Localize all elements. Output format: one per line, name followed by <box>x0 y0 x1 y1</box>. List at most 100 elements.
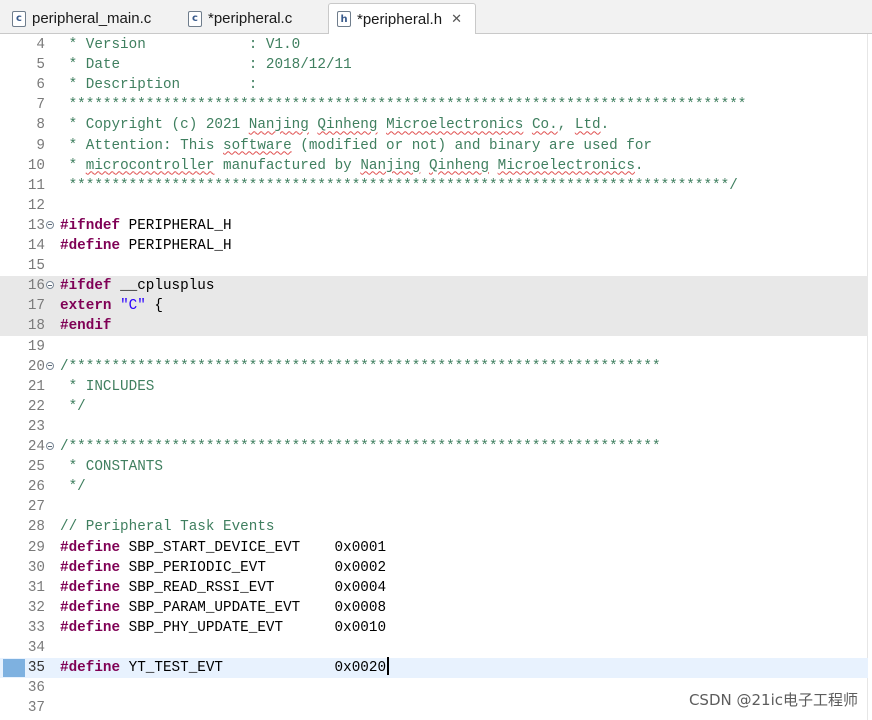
line-number: 30 <box>27 559 45 576</box>
fold-toggle-icon[interactable] <box>46 442 54 450</box>
code-text: #define PERIPHERAL_H <box>60 236 232 256</box>
code-line[interactable]: 25 * CONSTANTS <box>0 457 868 477</box>
code-line[interactable]: 12 <box>0 196 868 216</box>
code-token: ****************************************… <box>60 97 747 114</box>
line-number-gutter: 23 <box>0 417 50 437</box>
line-number-gutter: 22 <box>0 397 50 417</box>
line-number: 24 <box>27 439 45 455</box>
code-token: #define <box>60 539 121 556</box>
code-text: ****************************************… <box>60 95 747 115</box>
code-line[interactable]: 13 #ifndef PERIPHERAL_H <box>0 216 868 236</box>
code-text: // Peripheral Task Events <box>60 517 275 537</box>
code-text: * Date : 2018/12/11 <box>60 55 352 75</box>
code-token: #define <box>60 559 121 576</box>
code-line[interactable]: 6 * Description : <box>0 75 868 95</box>
code-line[interactable]: 7 **************************************… <box>0 95 868 115</box>
code-token: * Copyright (c) 2021 <box>60 117 249 134</box>
line-number-gutter: 10 <box>0 156 50 176</box>
line-number-gutter: 26 <box>0 477 50 497</box>
code-text: * Attention: This software (modified or … <box>60 136 652 156</box>
code-line[interactable]: 34 <box>0 638 868 658</box>
code-token: SBP_PHY_UPDATE_EVT 0x0010 <box>120 619 387 636</box>
code-line[interactable]: 14 #define PERIPHERAL_H <box>0 236 868 256</box>
tab-peripheral-c[interactable]: c *peripheral.c <box>180 3 328 34</box>
line-number: 20 <box>27 358 45 375</box>
line-number-gutter: 16 <box>0 276 50 296</box>
code-text: #define SBP_PERIODIC_EVT 0x0002 <box>60 558 386 578</box>
editor-tab-bar: c peripheral_main.c c *peripheral.c h *p… <box>0 0 872 35</box>
line-number: 25 <box>27 459 45 476</box>
code-line[interactable]: 8 * Copyright (c) 2021 Nanjing Qinheng M… <box>0 115 868 135</box>
code-token: . <box>634 157 644 174</box>
code-token: microcontroller <box>85 157 215 174</box>
code-text: /***************************************… <box>60 437 661 457</box>
code-line[interactable]: 4 * Version : V1.0 <box>0 35 868 55</box>
code-line[interactable]: 35 #define YT_TEST_EVT 0x0020 <box>0 657 868 679</box>
code-line[interactable]: 28 // Peripheral Task Events <box>0 517 868 537</box>
code-token: Microelectronics <box>386 117 524 134</box>
line-number-gutter: 4 <box>0 35 50 55</box>
code-editor[interactable]: 4 * Version : V1.0 5 * Date : 2018/12/11 6… <box>0 34 872 720</box>
code-token: PERIPHERAL_H <box>120 238 232 254</box>
code-line[interactable]: 10 * microcontroller manufactured by Nan… <box>0 156 868 176</box>
code-line[interactable]: 16 #ifdef __cplusplus <box>0 276 868 297</box>
code-line[interactable]: 20 /*************************************… <box>0 357 868 377</box>
code-line[interactable]: 19 <box>0 337 868 357</box>
line-number-gutter: 18 <box>0 316 50 336</box>
code-line[interactable]: 24 /*************************************… <box>0 437 868 457</box>
code-token: Nanjing <box>360 157 421 174</box>
line-number: 26 <box>27 479 45 496</box>
code-token: Ltd <box>574 117 601 134</box>
line-number-gutter: 27 <box>0 497 50 517</box>
line-number-gutter: 14 <box>0 236 50 256</box>
close-icon[interactable]: ✕ <box>451 12 462 27</box>
code-token: PERIPHERAL_H <box>120 217 232 234</box>
code-line[interactable]: 29 #define SBP_START_DEVICE_EVT 0x0001 <box>0 538 868 558</box>
code-line[interactable]: 15 <box>0 256 868 276</box>
code-line[interactable]: 21 * INCLUDES <box>0 377 868 397</box>
fold-toggle-icon[interactable] <box>46 281 54 290</box>
line-number-gutter: 30 <box>0 558 50 578</box>
line-number-gutter: 9 <box>0 136 50 156</box>
code-token: Microelectronics <box>497 157 635 174</box>
code-token: */ <box>60 398 86 415</box>
code-text: */ <box>60 477 86 497</box>
code-token: #ifdef <box>60 278 112 295</box>
code-line[interactable]: 23 <box>0 417 868 437</box>
code-line[interactable]: 27 <box>0 497 868 517</box>
watermark: CSDN @21ic电子工程师 <box>688 691 858 709</box>
code-token: #define <box>60 238 121 254</box>
code-line[interactable]: 11 *************************************… <box>0 176 868 196</box>
code-line[interactable]: 31 #define SBP_READ_RSSI_EVT 0x0004 <box>0 578 868 598</box>
code-token: "C" <box>120 298 146 315</box>
code-token: /***************************************… <box>60 439 661 455</box>
code-token: manufactured by <box>214 157 361 174</box>
code-text: * Description : <box>60 75 258 95</box>
code-line[interactable]: 9 * Attention: This software (modified o… <box>0 136 868 156</box>
tab-peripheral-main-c[interactable]: c peripheral_main.c <box>4 3 176 34</box>
code-line[interactable]: 5 * Date : 2018/12/11 <box>0 55 868 75</box>
code-line[interactable]: 33 #define SBP_PHY_UPDATE_EVT 0x0010 <box>0 618 868 638</box>
tab-peripheral-h[interactable]: h *peripheral.h ✕ <box>328 3 476 35</box>
line-number-gutter: 13 <box>0 216 50 236</box>
line-number: 21 <box>27 378 45 395</box>
code-line[interactable]: 30 #define SBP_PERIODIC_EVT 0x0002 <box>0 558 868 578</box>
code-text: extern "C" { <box>60 296 163 316</box>
code-token: __cplusplus <box>111 278 215 295</box>
line-number-gutter: 17 <box>0 296 50 316</box>
line-number: 29 <box>27 539 45 556</box>
fold-toggle-icon[interactable] <box>46 220 54 229</box>
line-number-gutter: 15 <box>0 256 50 276</box>
code-line[interactable]: 22 */ <box>0 397 868 417</box>
code-line[interactable]: 32 #define SBP_PARAM_UPDATE_EVT 0x0008 <box>0 598 868 618</box>
code-token: * Description : <box>60 77 258 94</box>
code-line[interactable]: 17 extern "C" { <box>0 296 868 317</box>
code-token: SBP_READ_RSSI_EVT 0x0004 <box>120 579 387 596</box>
code-line[interactable]: 18 #endif <box>0 316 868 337</box>
code-token: /***************************************… <box>60 358 661 375</box>
code-line[interactable]: 26 */ <box>0 477 868 497</box>
fold-toggle-icon[interactable] <box>46 361 54 370</box>
tab-label: *peripheral.c <box>208 10 293 27</box>
